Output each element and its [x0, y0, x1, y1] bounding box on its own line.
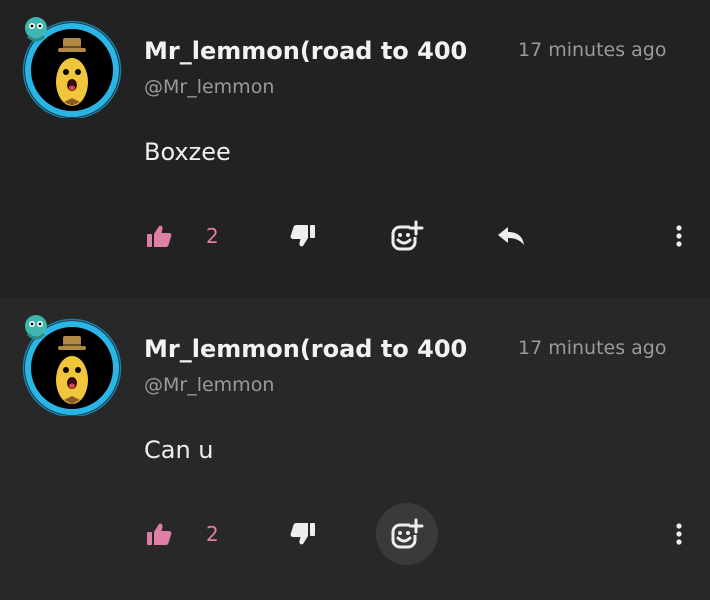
like-button[interactable]	[142, 508, 176, 560]
comment-actions: 2	[0, 210, 710, 262]
comment-actions: 2	[0, 503, 710, 565]
display-name[interactable]: Mr_lemmon(road to 400	[144, 34, 494, 68]
like-count: 2	[206, 224, 219, 248]
avatar[interactable]	[18, 10, 126, 118]
comment-item: Mr_lemmon(road to 400 17 minutes ago @Mr…	[0, 0, 710, 298]
reply-button[interactable]	[494, 210, 528, 262]
add-reaction-icon	[391, 220, 424, 251]
lemon-avatar-icon	[22, 315, 122, 416]
more-vertical-icon	[676, 523, 682, 545]
dislike-button[interactable]	[286, 508, 320, 560]
thumbs-down-icon	[290, 523, 315, 545]
thumbs-down-icon	[290, 225, 315, 247]
timestamp: 17 minutes ago	[518, 337, 667, 359]
like-count: 2	[206, 522, 219, 546]
lemon-avatar-icon	[22, 17, 122, 118]
thumbs-up-icon	[147, 225, 172, 247]
display-name[interactable]: Mr_lemmon(road to 400	[144, 332, 494, 366]
like-button[interactable]	[142, 210, 176, 262]
comment-text: Boxzee	[144, 138, 231, 166]
add-reaction-button[interactable]	[376, 503, 438, 565]
add-reaction-button[interactable]	[376, 205, 438, 267]
dislike-button[interactable]	[286, 210, 320, 262]
user-handle[interactable]: @Mr_lemmon	[144, 74, 274, 100]
comment-text: Can u	[144, 436, 214, 464]
user-handle[interactable]: @Mr_lemmon	[144, 372, 274, 398]
comment-item: Mr_lemmon(road to 400 17 minutes ago @Mr…	[0, 298, 710, 600]
more-options-button[interactable]	[664, 210, 694, 262]
timestamp: 17 minutes ago	[518, 39, 667, 61]
thumbs-up-icon	[147, 523, 172, 545]
more-vertical-icon	[676, 225, 682, 247]
reply-icon	[498, 227, 524, 245]
comment-feed: Mr_lemmon(road to 400 17 minutes ago @Mr…	[0, 0, 710, 600]
more-options-button[interactable]	[664, 508, 694, 560]
avatar[interactable]	[18, 308, 126, 416]
add-reaction-icon	[391, 518, 424, 549]
